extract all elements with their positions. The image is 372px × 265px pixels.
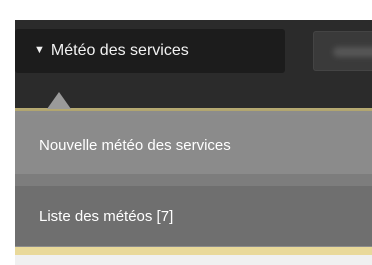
meteo-services-menu-label: Météo des services — [50, 42, 189, 59]
bottom-accent-bar — [15, 247, 372, 255]
menu-item-new-meteo[interactable]: Nouvelle météo des services — [15, 115, 372, 175]
meteo-services-menu-button[interactable]: ▼ Météo des services — [15, 29, 285, 73]
bottom-background — [15, 255, 372, 265]
menu-item-meteo-list-label: Liste des météos [7] — [39, 207, 174, 225]
dropdown-arrow — [47, 92, 71, 109]
menu-item-meteo-list[interactable]: Liste des météos [7] — [15, 186, 372, 246]
caret-down-icon: ▼ — [34, 43, 45, 56]
blurred-label-placeholder — [333, 47, 372, 57]
page: ▼ Météo des services Nouvelle météo des … — [0, 0, 372, 265]
secondary-nav-button[interactable] — [313, 31, 372, 71]
app-frame: ▼ Météo des services Nouvelle météo des … — [15, 20, 372, 265]
menu-item-new-meteo-label: Nouvelle météo des services — [39, 136, 231, 154]
menu-divider — [15, 174, 372, 186]
